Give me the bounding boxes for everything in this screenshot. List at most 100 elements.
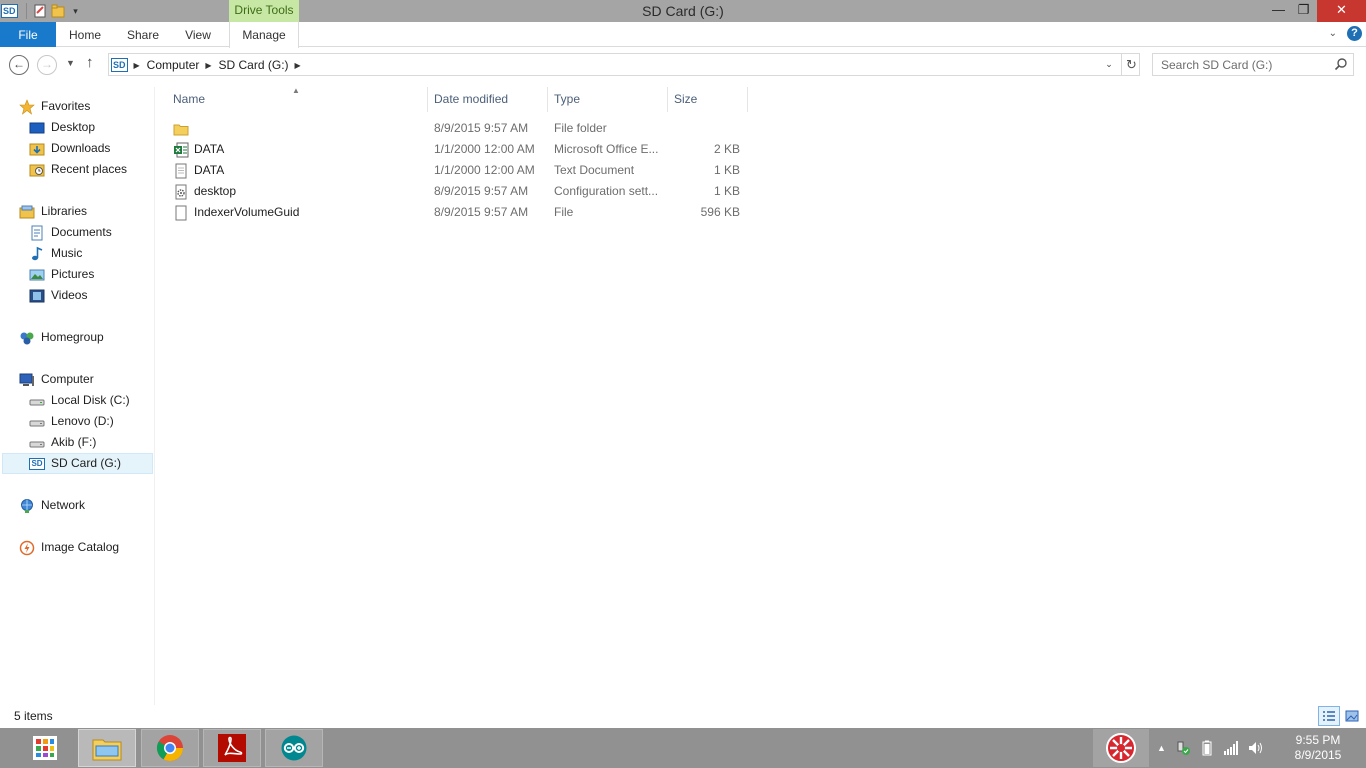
nav-recent-places[interactable]: Recent places [29,159,127,180]
search-icon[interactable] [1334,57,1348,71]
nav-local-disk-c[interactable]: Local Disk (C:) [29,390,130,411]
taskbar-acrobat[interactable] [203,729,261,767]
file-type: Text Document [554,163,635,177]
battery-icon[interactable] [1200,740,1214,756]
nav-recent-places-label: Recent places [51,162,128,176]
recent-locations-chevron-icon[interactable]: ▼ [66,58,75,68]
clock-date: 8/9/2015 [1294,748,1342,762]
nav-akib-f[interactable]: Akib (F:) [29,432,96,453]
quick-access-toolbar: SD ▾ [0,0,87,22]
folder-icon [173,121,189,137]
tab-home[interactable]: Home [62,22,108,47]
file-type: File [554,205,574,219]
downloads-folder-icon [29,141,45,157]
nav-music[interactable]: Music [29,243,82,264]
refresh-icon[interactable]: ↻ [1121,54,1141,75]
address-dropdown-chevron-icon[interactable]: ⌄ [1099,54,1119,75]
nav-desktop[interactable]: Desktop [29,117,95,138]
file-row[interactable]: IndexerVolumeGuid 8/9/2015 9:57 AM File … [155,202,755,223]
nav-computer[interactable]: Computer [19,369,94,390]
file-name-cell: IndexerVolumeGuid [173,202,423,223]
taskbar-file-explorer[interactable] [78,729,136,767]
file-size: 1 KB [713,163,740,177]
column-header-size[interactable]: Size [668,87,748,112]
column-header-date-modified[interactable]: Date modified [428,87,548,112]
close-button[interactable]: ✕ [1317,0,1366,22]
breadcrumb-sd-card[interactable]: SD Card (G:) [219,58,289,72]
hard-drive-icon [29,393,45,409]
expand-ribbon-chevron-icon[interactable]: ⌄ [1329,28,1337,39]
arduino-icon [281,735,307,761]
nav-pictures-label: Pictures [51,267,95,281]
nav-videos[interactable]: Videos [29,285,87,306]
nav-network[interactable]: Network [19,495,85,516]
navigation-bar: ← → ▼ ↑ SD ▶ Computer ▶ SD Card (G:) ▶ ⌄… [0,48,1366,84]
nav-sd-card-g-label: SD Card (G:) [51,456,122,470]
breadcrumb-separator-icon[interactable]: ▶ [134,61,140,70]
large-icons-view-button[interactable] [1341,706,1363,726]
text-file-icon [173,163,189,179]
nav-homegroup[interactable]: Homegroup [19,327,104,348]
taskbar: ▲ 9:55 PM 8/9/2015 [0,728,1366,768]
forward-button[interactable]: → [37,55,57,75]
taskbar-clock[interactable]: 9:55 PM 8/9/2015 [1283,733,1353,763]
nav-pictures[interactable]: Pictures [29,264,94,285]
column-header-name[interactable]: Name ▲ [155,87,428,112]
tab-share[interactable]: Share [120,22,166,47]
taskbar-arduino[interactable] [265,729,323,767]
search-box[interactable] [1152,53,1354,76]
file-name-cell: desktop [173,181,423,202]
nav-image-catalog[interactable]: Image Catalog [19,537,119,558]
item-count: 5 items [14,709,53,723]
file-row[interactable]: DATA 1/1/2000 12:00 AM Microsoft Office … [155,139,755,160]
search-input[interactable] [1153,54,1331,75]
address-bar[interactable]: SD ▶ Computer ▶ SD Card (G:) ▶ ⌄ ↻ [108,53,1140,76]
file-row[interactable]: desktop 8/9/2015 9:57 AM Configuration s… [155,181,755,202]
nav-music-label: Music [51,246,83,260]
show-hidden-icons-icon[interactable]: ▲ [1157,743,1166,753]
file-row[interactable]: 8/9/2015 9:57 AM File folder [155,118,755,139]
file-row[interactable]: DATA 1/1/2000 12:00 AM Text Document 1 K… [155,160,755,181]
properties-icon[interactable] [33,4,47,18]
config-file-icon [173,184,189,200]
tab-view[interactable]: View [176,22,220,47]
safely-remove-hardware-icon[interactable] [1175,740,1191,756]
file-name: DATA [194,163,225,177]
tab-file[interactable]: File [0,22,56,47]
volume-icon[interactable] [1248,741,1264,755]
tab-manage[interactable]: Manage [229,22,299,48]
help-icon[interactable]: ? [1347,26,1362,41]
nav-downloads[interactable]: Downloads [29,138,110,159]
new-folder-icon[interactable] [51,4,65,18]
ribbon-tab-bar: File Home Share View Manage ⌄ ? [0,22,1366,48]
title-bar: SD ▾ Drive Tools SD Card (G:) — ❐ ✕ [0,0,1366,22]
nav-lenovo-d[interactable]: Lenovo (D:) [29,411,114,432]
restore-button[interactable]: ❐ [1290,0,1317,22]
minimize-button[interactable]: — [1265,0,1292,22]
nav-favorites[interactable]: Favorites [19,96,90,117]
breadcrumb-separator-icon[interactable]: ▶ [295,61,301,70]
start-button[interactable] [15,729,75,767]
column-header-type[interactable]: Type [548,87,668,112]
nav-sd-card-g[interactable]: SD SD Card (G:) [2,453,153,474]
nav-libraries[interactable]: Libraries [19,201,87,222]
breadcrumb-computer[interactable]: Computer [147,58,200,72]
qat-separator [25,3,27,19]
tray-app-button[interactable] [1093,729,1149,767]
customize-qat-chevron-icon[interactable]: ▾ [69,4,83,18]
wifi-signal-icon[interactable] [1223,741,1239,755]
excel-file-icon [173,142,189,158]
taskbar-chrome[interactable] [141,729,199,767]
details-view-button[interactable] [1318,706,1340,726]
nav-videos-label: Videos [51,288,88,302]
sd-card-app-icon[interactable]: SD [1,4,18,18]
libraries-icon [19,204,35,220]
nav-favorites-label: Favorites [41,99,91,113]
breadcrumb-separator-icon[interactable]: ▶ [205,61,211,70]
file-name-cell: DATA [173,160,423,181]
file-name-cell: DATA [173,139,423,160]
up-arrow-icon[interactable]: ↑ [86,54,94,71]
nav-documents[interactable]: Documents [29,222,112,243]
file-date: 1/1/2000 12:00 AM [434,142,535,156]
back-button[interactable]: ← [9,55,29,75]
